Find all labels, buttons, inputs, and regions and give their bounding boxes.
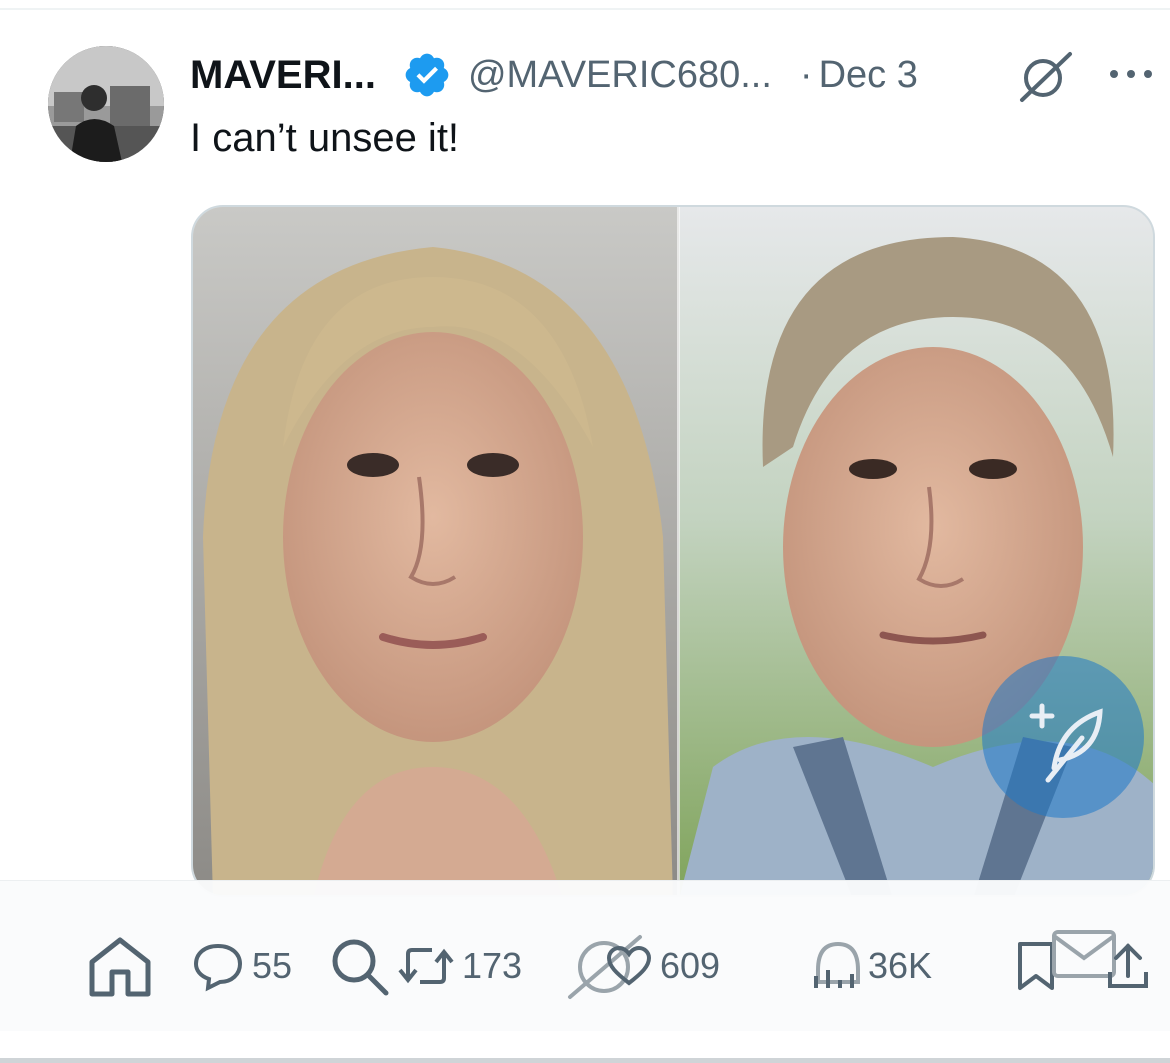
retweet-count: 173 bbox=[462, 945, 523, 986]
tweet-header: MAVERI... @MAVERIC680... · Dec 3 bbox=[190, 50, 918, 100]
reply-icon bbox=[193, 943, 243, 992]
reply-button[interactable]: 55 bbox=[192, 936, 292, 996]
views-icon bbox=[814, 941, 860, 988]
bottom-divider bbox=[0, 1058, 1170, 1063]
more-icon[interactable] bbox=[1108, 64, 1154, 84]
author-name[interactable]: MAVERI... bbox=[190, 53, 376, 98]
retweet-button[interactable]: 173 bbox=[398, 936, 522, 996]
home-tab[interactable] bbox=[88, 936, 152, 997]
search-icon bbox=[332, 939, 389, 996]
views-button[interactable]: 36K bbox=[806, 936, 932, 996]
retweet-icon bbox=[398, 948, 454, 984]
like-count: 609 bbox=[660, 945, 721, 986]
like-button[interactable]: 609 bbox=[606, 936, 720, 996]
separator-dot: · bbox=[799, 53, 813, 96]
share-icon bbox=[1108, 943, 1148, 988]
verified-badge-icon bbox=[405, 53, 449, 97]
tweet-date[interactable]: Dec 3 bbox=[819, 54, 918, 97]
heart-icon bbox=[606, 945, 652, 986]
reply-count: 55 bbox=[252, 945, 293, 986]
compose-button[interactable] bbox=[982, 656, 1144, 818]
author-handle[interactable]: @MAVERIC680... bbox=[468, 54, 772, 97]
top-divider bbox=[0, 8, 1170, 10]
tweet-text: I can’t unsee it! bbox=[190, 116, 460, 160]
avatar[interactable] bbox=[48, 46, 164, 162]
search-tab[interactable] bbox=[328, 936, 390, 996]
grok-icon[interactable] bbox=[1016, 48, 1074, 104]
compose-feather-icon bbox=[1029, 703, 1103, 783]
views-count: 36K bbox=[868, 945, 933, 986]
home-icon bbox=[89, 937, 151, 997]
share-button[interactable] bbox=[1104, 936, 1152, 996]
